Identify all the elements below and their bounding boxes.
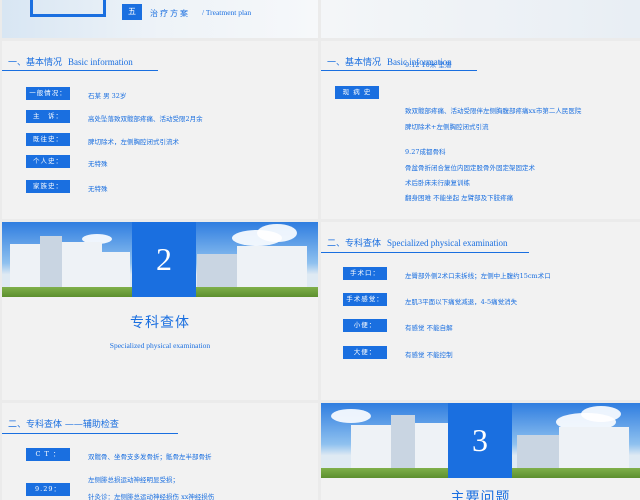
slide-basic-info-1: 一、基本情况 Basic information 一般情况： 石某 男 32岁 主… — [2, 41, 318, 219]
slide5-heading: 二、专科查体 ——辅助检查 — [8, 417, 119, 430]
slide1-value-personal: 无特殊 — [88, 160, 108, 168]
slide4-tag-urination: 小便： — [343, 319, 387, 332]
slide1-tag-complaint: 主 诉： — [26, 110, 70, 123]
slide5-value-date: 左侧腓总损运动神经明显受损； — [88, 476, 179, 484]
slide1-tag-personal: 个人史： — [26, 155, 70, 168]
slide2-line-4: 9.27成都骨科 — [405, 148, 446, 156]
slide4-value-sensation: 左肌3平面以下痛觉减退，4-5痛觉消失 — [405, 298, 518, 306]
section-2-title-cn: 专科查体 — [130, 315, 190, 331]
slide1-value-history: 脾切除术，左侧胸腔闭式引流术 — [88, 138, 179, 146]
slide1-tag-family: 家族史： — [26, 180, 70, 193]
slide2-line-6: 术后卧床未行康复训练 — [405, 179, 470, 187]
slide2-line-2: 致双髋部疼痛、活动受限伴左侧胸腹部疼痛xx市第二人民医院 — [405, 107, 582, 115]
slide4-tag-incision: 手术口： — [343, 267, 387, 280]
slide4-value-urination: 有感觉 不能自解 — [405, 324, 453, 332]
slide4-value-incision: 左臀部外侧2术口未拆线；左侧中上腹约15cm术口 — [405, 272, 551, 280]
slide2-line-7: 翻身困难 不能坐起 左臂部及下肢疼痛 — [405, 194, 514, 202]
slide1-value-general: 石某 男 32岁 — [88, 92, 127, 100]
slide-top-banner: 五 治疗方案 / Treatment plan — [2, 0, 318, 38]
slide2-line-3: 脾切除术+左侧胸腔闭式引流 — [405, 123, 489, 131]
section-2-title-en: Specialized physical examination — [109, 341, 211, 350]
slide1-heading-en: Basic information — [68, 57, 133, 67]
section-3-title-cn: 主要问题 — [450, 490, 511, 500]
slide4-heading-en: Specialized physical examination — [387, 238, 508, 248]
slide4-tag-sensation: 手术感觉： — [343, 293, 387, 306]
slide-basic-info-2: 一、基本情况 Basic information 现 病 史 9.12 10米 坠… — [321, 41, 640, 219]
slide1-heading-cn: 一、基本情况 — [8, 58, 63, 68]
slide5-value-ct: 双髋骨、坐骨支多发骨折；骶骨左半部骨折 — [88, 453, 212, 461]
slide-section-3: 3 主要问题 — [321, 403, 640, 500]
slide2-heading-cn: 一、基本情况 — [327, 58, 382, 68]
banner-frame — [30, 0, 106, 17]
slide5-tag-ct: C T ： — [26, 448, 70, 461]
slide2-tag-present-illness: 现 病 史 — [335, 86, 379, 99]
slide2-line-5: 骨盆骨折闭合复位内固定股骨外固定架固定术 — [405, 164, 535, 172]
banner-title-cn: 治疗方案 — [150, 9, 190, 18]
slide5-extra-line: 针灸诊：左侧腓总运动神经损伤 xx神经损伤 — [88, 493, 215, 500]
slide4-tag-defecation: 大便： — [343, 346, 387, 359]
banner-title-en: / Treatment plan — [202, 8, 252, 17]
slide1-value-family: 无特殊 — [88, 185, 108, 193]
slide-physical-exam: 二、专科查体 Specialized physical examination 手… — [321, 222, 640, 400]
slide-top-right-fragment — [321, 0, 640, 38]
slide4-value-defecation: 有感觉 不能控制 — [405, 351, 453, 359]
slide1-heading: 一、基本情况 Basic information — [8, 55, 133, 68]
slide1-value-complaint: 高处坠落致双髋部疼痛、活动受限2月余 — [88, 115, 203, 123]
slide1-tag-history: 既往史： — [26, 133, 70, 146]
section-2-number-box: 2 — [132, 222, 196, 297]
fragment-photo — [321, 0, 640, 38]
slide4-heading-underline — [321, 252, 529, 253]
banner-number-box: 五 — [122, 4, 142, 20]
slide4-heading: 二、专科查体 Specialized physical examination — [327, 236, 507, 249]
slide2-heading-underline — [321, 70, 477, 71]
slide5-heading-underline — [2, 433, 178, 434]
slide5-heading-cn: 二、专科查体 ——辅助检查 — [8, 420, 119, 430]
slide5-tag-date: 9.29： — [26, 483, 70, 496]
slide1-tag-general: 一般情况： — [26, 87, 70, 100]
slide-section-2: 2 专科查体 Specialized physical examination — [2, 222, 318, 400]
slide2-line-1: 9.12 10米 坠落 — [405, 61, 452, 69]
slide4-heading-cn: 二、专科查体 — [327, 239, 382, 249]
slide-auxiliary-exam: 二、专科查体 ——辅助检查 C T ： 双髋骨、坐骨支多发骨折；骶骨左半部骨折 … — [2, 403, 318, 500]
section-3-number-box: 3 — [448, 403, 512, 478]
slide1-heading-underline — [2, 70, 158, 71]
